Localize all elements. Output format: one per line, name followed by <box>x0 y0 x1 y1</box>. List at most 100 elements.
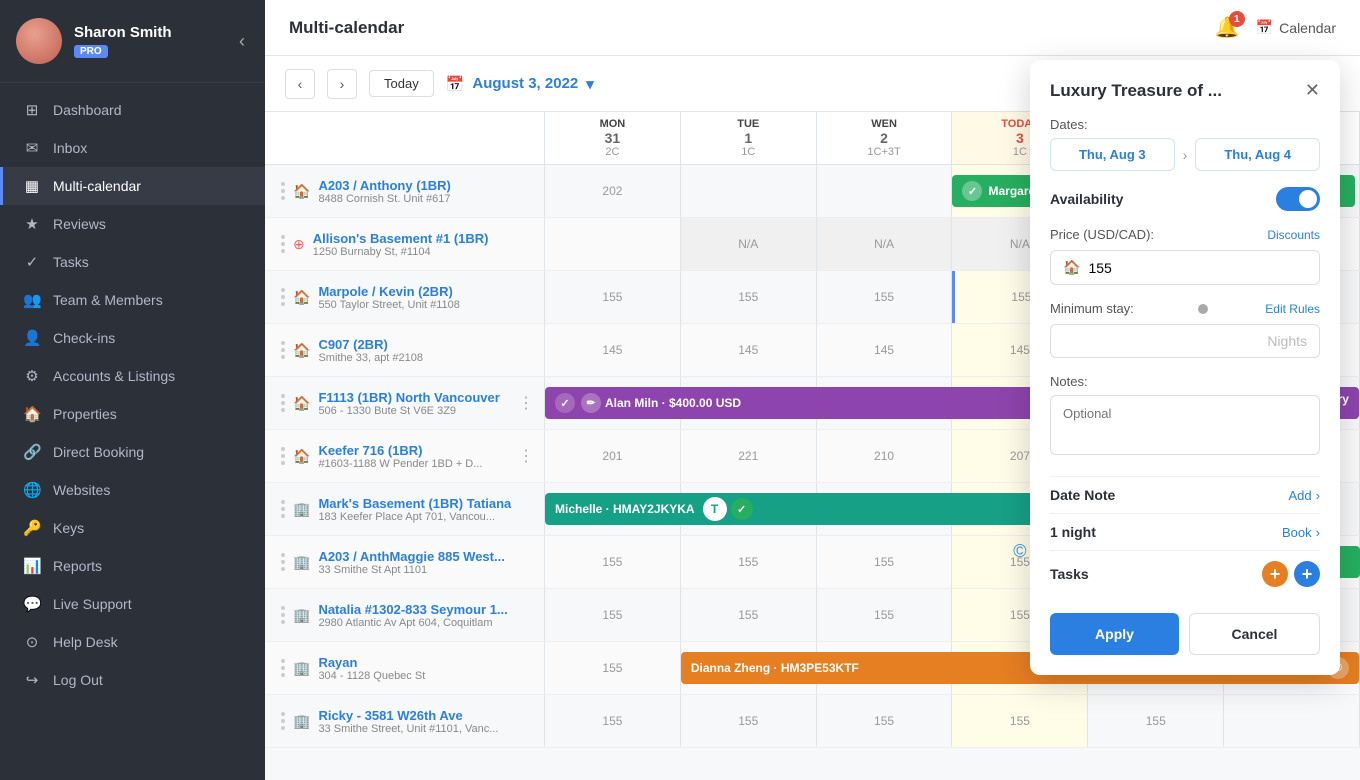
property-name[interactable]: F1113 (1BR) North Vancouver <box>318 390 510 405</box>
sidebar-item-keys[interactable]: 🔑 Keys <box>0 509 265 547</box>
property-name[interactable]: Natalia #1302-833 Seymour 1... <box>318 602 534 617</box>
property-name[interactable]: A203 / AnthMaggie 885 West... <box>318 549 534 564</box>
day-cell[interactable]: 155 <box>545 536 681 588</box>
sidebar-item-multicalendar[interactable]: ▦ Multi-calendar <box>0 167 265 205</box>
notification-button[interactable]: 🔔 1 <box>1215 15 1240 40</box>
property-name[interactable]: Allison's Basement #1 (1BR) <box>313 231 534 246</box>
sidebar-item-checkins[interactable]: 👤 Check-ins <box>0 319 265 357</box>
drag-handle[interactable] <box>281 500 285 518</box>
day-cell[interactable]: 155 <box>817 536 953 588</box>
day-cell[interactable]: 155 <box>545 271 681 323</box>
property-address: 2980 Atlantic Av Apt 604, Coquitlam <box>318 617 534 629</box>
sidebar-item-directbooking[interactable]: 🔗 Direct Booking <box>0 433 265 471</box>
table-row: 🏢 Ricky - 3581 W26th Ave 33 Smithe Stree… <box>265 695 1360 748</box>
day-cell[interactable]: ✓ ✏ Alan Miln · $400.00 USD 👤 🔊 Marry <box>545 377 681 429</box>
sidebar-item-accounts[interactable]: ⚙ Accounts & Listings <box>0 357 265 395</box>
sidebar-item-logout[interactable]: ↪ Log Out <box>0 661 265 699</box>
drag-handle[interactable] <box>281 182 285 200</box>
day-cell-today[interactable]: 155 <box>952 695 1088 747</box>
drag-handle[interactable] <box>281 447 285 465</box>
day-cell-blocked[interactable]: N/A <box>817 218 953 270</box>
property-name[interactable]: Keefer 716 (1BR) <box>318 443 510 458</box>
sidebar-item-tasks[interactable]: ✓ Tasks <box>0 243 265 281</box>
apply-button[interactable]: Apply <box>1050 613 1179 655</box>
cancel-button[interactable]: Cancel <box>1189 613 1320 655</box>
next-button[interactable]: › <box>327 69 357 99</box>
day-cell-blocked[interactable]: N/A <box>681 218 817 270</box>
day-header-wen: WEN 2 1C+3T <box>817 112 953 164</box>
discounts-link[interactable]: Discounts <box>1267 228 1320 242</box>
price-input[interactable]: 🏠 155 <box>1050 250 1320 285</box>
property-name[interactable]: Marpole / Kevin (2BR) <box>318 284 534 299</box>
day-cell[interactable]: 155 <box>1088 695 1224 747</box>
day-cell[interactable]: Michelle · HMAY2JKYKA T ✓ <box>545 483 681 535</box>
day-cell[interactable] <box>681 165 817 217</box>
date-selector[interactable]: 📅 August 3, 2022 ▾ <box>446 75 594 93</box>
day-cell[interactable]: 155 <box>681 271 817 323</box>
day-cell[interactable] <box>817 165 953 217</box>
date-from-picker[interactable]: Thu, Aug 3 <box>1050 138 1175 171</box>
property-name[interactable]: Mark's Basement (1BR) Tatiana <box>318 496 534 511</box>
drag-handle[interactable] <box>281 235 285 253</box>
add-task-orange-button[interactable]: + <box>1262 561 1288 587</box>
sidebar-item-inbox[interactable]: ✉ Inbox <box>0 129 265 167</box>
drag-handle[interactable] <box>281 394 285 412</box>
day-cell[interactable]: Dianna Zheng · HM3PE53KTF © <box>681 642 817 694</box>
sidebar-item-properties[interactable]: 🏠 Properties <box>0 395 265 433</box>
sidebar-item-websites[interactable]: 🌐 Websites <box>0 471 265 509</box>
property-name[interactable]: A203 / Anthony (1BR) <box>318 178 534 193</box>
day-cell[interactable]: 145 <box>545 324 681 376</box>
availability-toggle[interactable] <box>1276 187 1320 211</box>
notes-textarea[interactable] <box>1050 395 1320 455</box>
day-cell[interactable]: 221 <box>681 430 817 482</box>
close-panel-button[interactable]: ✕ <box>1305 80 1320 101</box>
day-cell[interactable]: 155 <box>817 695 953 747</box>
more-options-icon[interactable]: ⋮ <box>518 446 534 466</box>
day-cell[interactable]: 155 <box>545 589 681 641</box>
day-cell[interactable]: 201 <box>545 430 681 482</box>
calendar-view-button[interactable]: 📅 Calendar <box>1256 19 1336 36</box>
property-name[interactable]: C907 (2BR) <box>318 337 534 352</box>
day-cell[interactable] <box>1224 695 1360 747</box>
edit-rules-link[interactable]: Edit Rules <box>1265 302 1320 316</box>
add-date-note-button[interactable]: Add › <box>1289 488 1320 503</box>
drag-handle[interactable] <box>281 288 285 306</box>
day-cell[interactable]: 155 <box>681 695 817 747</box>
property-info: 🏢 Ricky - 3581 W26th Ave 33 Smithe Stree… <box>265 695 545 747</box>
calendar-icon: 📅 <box>1256 19 1273 36</box>
day-cell[interactable]: 155 <box>545 642 681 694</box>
drag-handle[interactable] <box>281 659 285 677</box>
property-name[interactable]: Rayan <box>318 655 534 670</box>
booking-bar[interactable]: Michelle · HMAY2JKYKA T ✓ <box>545 493 1087 525</box>
min-stay-input[interactable]: Nights <box>1050 324 1320 358</box>
today-button[interactable]: Today <box>369 70 434 97</box>
drag-handle[interactable] <box>281 606 285 624</box>
book-button[interactable]: Book › <box>1282 525 1320 540</box>
sidebar-item-livesupport[interactable]: 💬 Live Support <box>0 585 265 623</box>
day-cell[interactable] <box>545 218 681 270</box>
date-to-picker[interactable]: Thu, Aug 4 <box>1195 138 1320 171</box>
day-cell[interactable]: 155 <box>545 695 681 747</box>
prev-button[interactable]: ‹ <box>285 69 315 99</box>
day-cell[interactable]: 155 <box>817 271 953 323</box>
accounts-icon: ⚙ <box>23 367 41 385</box>
day-cell[interactable]: 145 <box>681 324 817 376</box>
sidebar-item-reviews[interactable]: ★ Reviews <box>0 205 265 243</box>
day-cell[interactable]: 145 <box>817 324 953 376</box>
day-cell[interactable]: 155 <box>681 536 817 588</box>
drag-handle[interactable] <box>281 553 285 571</box>
more-options-icon[interactable]: ⋮ <box>518 393 534 413</box>
sidebar-item-team[interactable]: 👥 Team & Members <box>0 281 265 319</box>
property-name[interactable]: Ricky - 3581 W26th Ave <box>318 708 534 723</box>
sidebar-item-helpdesk[interactable]: ⊙ Help Desk <box>0 623 265 661</box>
day-cell[interactable]: 155 <box>681 589 817 641</box>
sidebar-item-dashboard[interactable]: ⊞ Dashboard <box>0 91 265 129</box>
day-cell[interactable]: 210 <box>817 430 953 482</box>
sidebar-item-reports[interactable]: 📊 Reports <box>0 547 265 585</box>
add-task-blue-button[interactable]: + <box>1294 561 1320 587</box>
day-cell[interactable]: 155 <box>817 589 953 641</box>
drag-handle[interactable] <box>281 712 285 730</box>
drag-handle[interactable] <box>281 341 285 359</box>
collapse-sidebar-button[interactable]: ‹ <box>235 27 249 56</box>
day-cell[interactable]: 202 <box>545 165 681 217</box>
